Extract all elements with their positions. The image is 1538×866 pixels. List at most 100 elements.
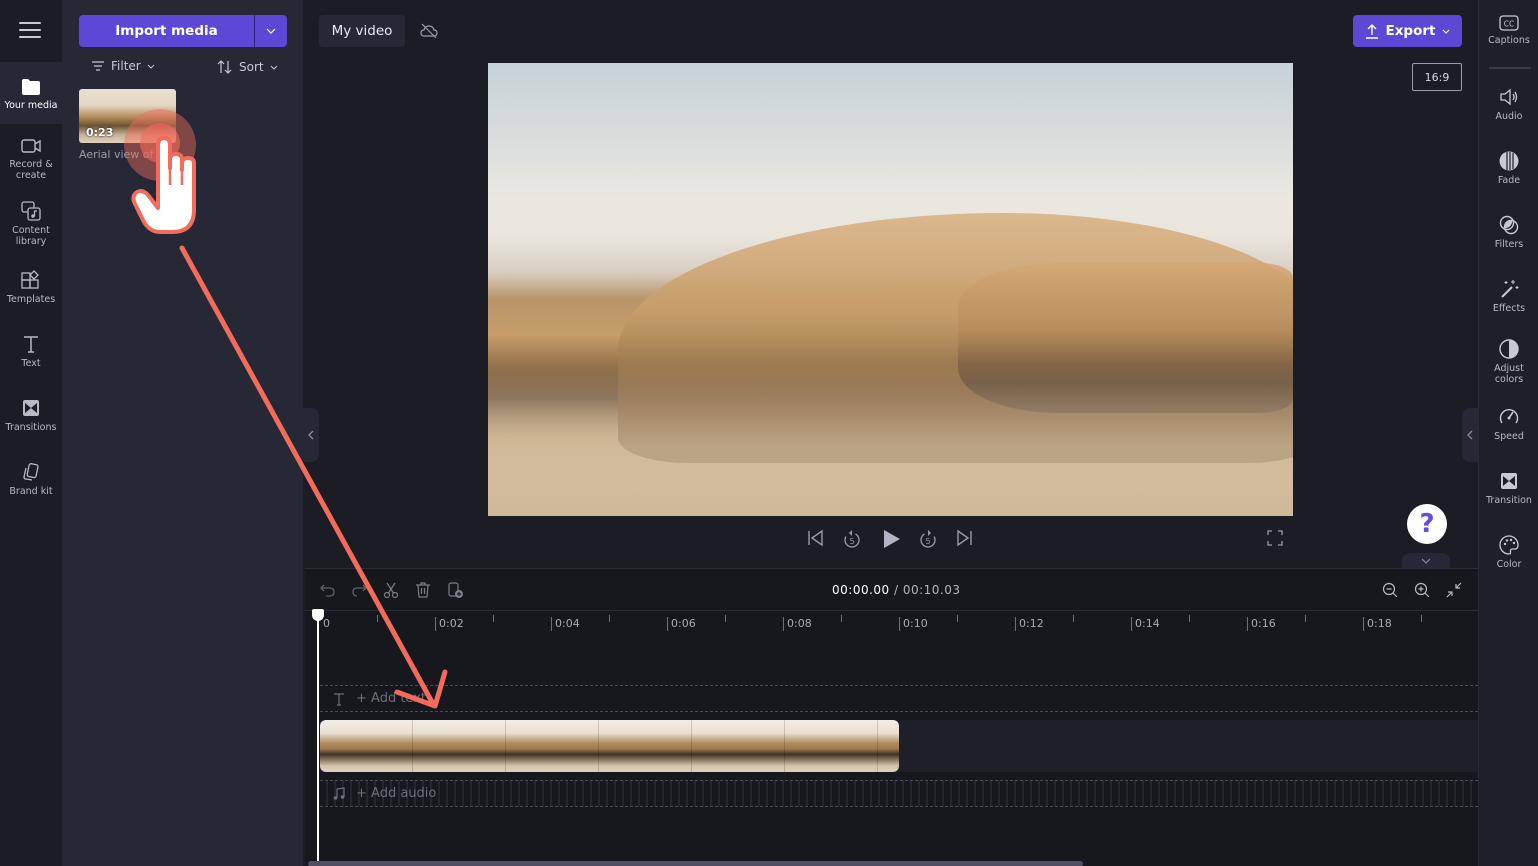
nav-your-media[interactable]: Your media	[0, 62, 62, 124]
zoom-in-icon	[1414, 582, 1430, 598]
nav-brand-kit[interactable]: Brand kit	[0, 461, 62, 497]
skip-to-end-button[interactable]	[955, 528, 973, 552]
fit-timeline-button[interactable]	[1445, 581, 1463, 603]
panel-adjust-colors[interactable]: Adjust colors	[1479, 338, 1538, 385]
nav-record-create[interactable]: Record & create	[0, 136, 62, 181]
clip-frame	[599, 720, 692, 772]
panel-fade[interactable]: Fade	[1479, 150, 1538, 186]
filter-button[interactable]: Filter	[91, 59, 155, 73]
filters-icon	[1499, 215, 1519, 235]
nav-content-library[interactable]: Content library	[0, 200, 62, 247]
text-icon	[24, 336, 38, 353]
media-name[interactable]: Aerial view of ...	[79, 148, 167, 161]
panel-audio[interactable]: Audio	[1479, 86, 1538, 122]
panel-effects[interactable]: Effects	[1479, 278, 1538, 314]
delete-button[interactable]	[414, 581, 432, 603]
panel-filters[interactable]: Filters	[1479, 214, 1538, 250]
captions-icon: CC	[1499, 15, 1519, 31]
video-editor-app: Your media Record & create Content libra…	[0, 0, 1538, 866]
current-time: 00:00.00	[832, 583, 890, 597]
content-library-icon	[21, 201, 41, 221]
clip-frame	[413, 720, 506, 772]
import-media-button-group: Import media	[79, 15, 287, 47]
help-button[interactable]: ?	[1407, 504, 1447, 544]
playhead[interactable]	[312, 609, 324, 866]
ruler-major-tick	[899, 617, 900, 631]
zoom-out-button[interactable]	[1381, 581, 1399, 603]
forward-5-button[interactable]: 5	[918, 528, 938, 554]
add-to-timeline-button[interactable]	[446, 581, 464, 603]
add-text-track[interactable]: + Add text	[320, 685, 1478, 712]
redo-button[interactable]	[350, 581, 368, 603]
import-options-dropdown[interactable]	[255, 15, 287, 47]
split-button[interactable]	[382, 581, 400, 603]
nav-label: Text	[21, 358, 41, 369]
chevron-down-icon	[147, 64, 155, 69]
time-separator: /	[889, 583, 903, 597]
media-thumbnail[interactable]: 0:23	[79, 89, 176, 143]
panel-color[interactable]: Color	[1479, 534, 1538, 570]
undo-button[interactable]	[319, 581, 337, 603]
panel-transition[interactable]: Transition	[1479, 470, 1538, 506]
filter-label: Filter	[111, 59, 141, 73]
collapse-media-panel-button[interactable]	[303, 408, 319, 462]
ruler-major-tick	[435, 617, 436, 631]
rewind-5-button[interactable]: 5	[842, 528, 862, 554]
cloud-off-icon[interactable]	[419, 21, 439, 45]
playhead-handle[interactable]	[312, 609, 324, 621]
project-title[interactable]: My video	[319, 15, 405, 47]
ruler-label: 0:10	[903, 617, 928, 630]
trash-icon	[416, 582, 430, 598]
panel-label: Adjust	[1494, 363, 1524, 374]
effects-icon	[1501, 280, 1519, 298]
hamburger-menu-icon[interactable]	[19, 22, 41, 40]
panel-captions[interactable]: CC Captions	[1479, 14, 1538, 46]
timeline-ruler[interactable]: 0 0:02 0:04 0:06 0:08 0:10 0:12 0:14 0:16 0:18	[305, 610, 1478, 636]
panel-label: Transition	[1486, 495, 1532, 506]
add-audio-track[interactable]: + Add audio	[320, 780, 1478, 807]
zoom-in-button[interactable]	[1413, 581, 1431, 603]
timeline-scrollbar[interactable]	[308, 861, 1083, 866]
nav-transitions[interactable]: Transitions	[0, 397, 62, 433]
panel-label: Captions	[1488, 35, 1530, 46]
speed-icon	[1499, 408, 1519, 424]
camera-icon	[21, 139, 41, 153]
folder-icon	[22, 79, 40, 95]
nav-label: Templates	[6, 294, 56, 305]
ruler-label: 0:18	[1367, 617, 1392, 630]
nav-text[interactable]: Text	[0, 333, 62, 369]
text-icon	[334, 692, 344, 706]
fullscreen-button[interactable]	[1266, 528, 1284, 552]
timeline-toggle-button[interactable]	[1402, 553, 1450, 568]
svg-text:5: 5	[849, 537, 854, 546]
ruler-minor-tick	[1421, 615, 1422, 622]
ruler-label: 0:06	[671, 617, 696, 630]
ruler-label: 0:14	[1135, 617, 1160, 630]
skip-to-start-button[interactable]	[807, 528, 825, 552]
transition-icon	[1501, 473, 1517, 489]
export-button[interactable]: Export	[1353, 15, 1462, 47]
video-clip[interactable]	[320, 720, 899, 772]
timecode-display: 00:00.00 / 00:10.03	[832, 583, 961, 597]
sort-icon	[217, 60, 232, 74]
ruler-major-tick	[1363, 617, 1364, 631]
panel-label: Fade	[1497, 175, 1521, 186]
upload-icon	[1365, 24, 1378, 39]
fit-to-window-icon	[1446, 582, 1462, 598]
expand-properties-panel-button[interactable]	[1462, 408, 1478, 462]
panel-label-2: colors	[1494, 374, 1524, 385]
aspect-ratio-button[interactable]: 16:9	[1412, 63, 1462, 91]
chevron-down-icon	[270, 65, 277, 70]
nav-label: Brand kit	[9, 486, 53, 497]
ruler-label: 0:12	[1019, 617, 1044, 630]
play-icon	[884, 530, 900, 548]
video-preview[interactable]	[488, 63, 1293, 516]
nav-templates[interactable]: Templates	[0, 269, 62, 305]
panel-speed[interactable]: Speed	[1479, 406, 1538, 442]
play-button[interactable]	[880, 528, 902, 554]
divider	[1489, 67, 1531, 69]
sort-button[interactable]: Sort	[217, 59, 278, 75]
sort-label: Sort	[239, 60, 264, 74]
ruler-label: 0:08	[787, 617, 812, 630]
import-media-button[interactable]: Import media	[79, 15, 254, 47]
